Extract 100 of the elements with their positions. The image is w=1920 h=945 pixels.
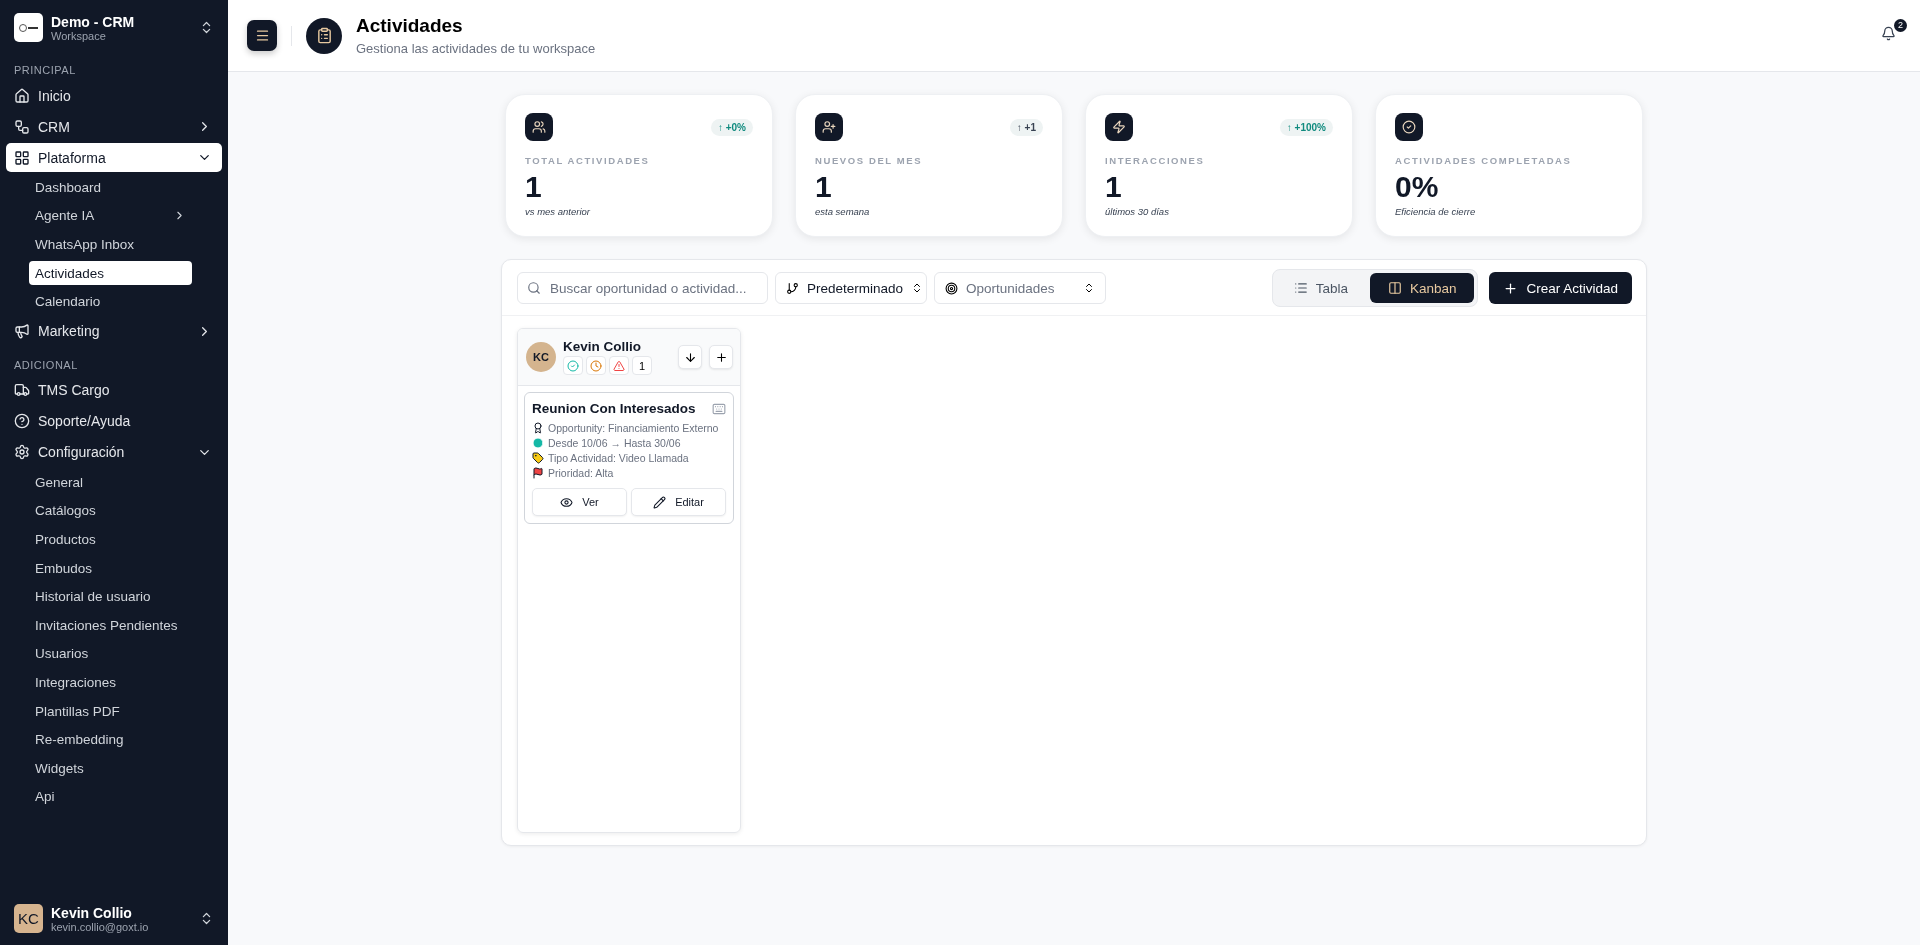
- owner-name: Kevin Collio: [563, 339, 642, 354]
- page-title: Actividades: [356, 15, 464, 37]
- section-title: ADICIONAL: [13, 357, 79, 373]
- nav-item[interactable]: Configuración: [6, 437, 222, 467]
- home-icon: [14, 87, 30, 104]
- stat-label: ACTIVIDADES COMPLETADAS: [1395, 155, 1573, 166]
- nav-subitem[interactable]: Historial de usuario: [29, 584, 192, 609]
- users-icon: [532, 120, 546, 134]
- user-plus-icon: [822, 120, 836, 134]
- switcher-icon: [1083, 282, 1095, 294]
- nav-subitem[interactable]: Api: [29, 784, 192, 809]
- stat-note: vs mes anterior: [525, 206, 591, 217]
- edit-button[interactable]: Editar: [631, 488, 726, 516]
- create-button[interactable]: Crear Actividad: [1489, 272, 1632, 304]
- activity-card[interactable]: Reunion Con Interesados Opportunity: Financiamiento Externo Desde 10/06 → Hasta 30/06 Tipo Actividad: Video Llamada Prioridad: Alta Ver Editar: [524, 392, 734, 524]
- target-icon: [945, 281, 958, 295]
- activity-detail: Desde 10/06 → Hasta 30/06: [548, 437, 681, 449]
- flag-icon: [532, 467, 544, 479]
- nav-subitem[interactable]: Agente IA: [29, 203, 192, 228]
- tag-icon: [532, 452, 544, 464]
- nav-subitem[interactable]: Calendario: [29, 289, 192, 314]
- stat-value: 1: [525, 170, 543, 204]
- page-subtitle: Gestiona las actividades de tu workspace: [356, 41, 597, 56]
- workflow-icon: [14, 118, 30, 135]
- activity-count: 1: [632, 356, 652, 375]
- notification-count: 2: [1894, 18, 1907, 32]
- nav-subitem[interactable]: Dashboard: [29, 175, 192, 200]
- truck-icon: [14, 382, 30, 399]
- view-tab[interactable]: Tabla: [1275, 273, 1366, 303]
- view-tab[interactable]: Kanban: [1369, 273, 1475, 303]
- stat-note: últimos 30 días: [1105, 206, 1170, 217]
- trend-badge: ↑ +100%: [1279, 118, 1333, 136]
- lightning-icon: [1112, 120, 1126, 134]
- nav-subitem[interactable]: Re-embedding: [29, 727, 192, 752]
- stat-value: 1: [1105, 170, 1123, 204]
- stat-note: Eficiencia de cierre: [1395, 206, 1477, 217]
- select-field[interactable]: Oportunidades: [934, 272, 1106, 304]
- trend-badge: ↑ +1: [1009, 118, 1043, 136]
- add-button[interactable]: [709, 345, 733, 369]
- stat-note: esta semana: [815, 206, 871, 217]
- nav-item[interactable]: Soporte/Ayuda: [6, 406, 222, 436]
- stat-label: TOTAL ACTIVIDADES: [525, 155, 651, 166]
- view-button[interactable]: Ver: [532, 488, 627, 516]
- nav-subitem[interactable]: Embudos: [29, 556, 192, 581]
- select-field[interactable]: Predeterminado: [775, 272, 927, 304]
- nav-item[interactable]: Plataforma: [6, 143, 222, 172]
- workspace-logo: [14, 13, 43, 42]
- nav-item[interactable]: Inicio: [6, 81, 222, 110]
- eye-icon: [560, 495, 574, 509]
- nav-item[interactable]: Marketing: [6, 316, 222, 346]
- arrow-down-icon: [683, 350, 697, 364]
- list-icon: [1293, 281, 1308, 295]
- nav-subitem[interactable]: Widgets: [29, 756, 192, 781]
- nav-subitem[interactable]: General: [29, 470, 192, 495]
- activity-detail: Prioridad: Alta: [548, 467, 614, 479]
- stat-label: INTERACCIONES: [1105, 155, 1206, 166]
- nav-subitem[interactable]: Actividades: [29, 261, 192, 286]
- user-email: kevin.collio@goxt.io: [51, 920, 150, 933]
- columns-icon: [1387, 281, 1402, 295]
- award-icon: [532, 422, 544, 434]
- branch-icon: [786, 281, 799, 295]
- user-avatar: KC: [14, 904, 43, 933]
- megaphone-icon: [14, 323, 30, 340]
- workspace-name: Demo - CRM: [51, 13, 136, 30]
- pencil-icon: [653, 495, 667, 509]
- warning-icon: [613, 359, 625, 372]
- nav-subitem[interactable]: Invitaciones Pendientes: [29, 613, 192, 638]
- activity-detail: Tipo Actividad: Video Llamada: [548, 452, 689, 464]
- grid-icon: [14, 149, 30, 166]
- stat-value: 0%: [1395, 170, 1440, 204]
- clipboard-icon: [315, 27, 333, 44]
- check-circle-icon: [1402, 120, 1416, 134]
- check-circle-icon: [567, 359, 579, 372]
- workspace-subtitle: Workspace: [51, 29, 107, 42]
- menu-button[interactable]: [247, 20, 277, 51]
- settings-icon: [14, 444, 30, 461]
- section-title: PRINCIPAL: [13, 63, 77, 78]
- user-name: Kevin Collio: [51, 904, 133, 921]
- nav-item[interactable]: CRM: [6, 112, 222, 141]
- nav-subitem[interactable]: Plantillas PDF: [29, 699, 192, 723]
- nav-subitem[interactable]: Integraciones: [29, 670, 192, 695]
- nav-subitem[interactable]: Usuarios: [29, 641, 192, 666]
- nav-subitem[interactable]: Catálogos: [29, 498, 192, 523]
- stat-label: NUEVOS DEL MES: [815, 155, 924, 166]
- nav-item[interactable]: TMS Cargo: [6, 375, 222, 405]
- bell-icon[interactable]: [1881, 25, 1896, 41]
- plus-icon: [1503, 280, 1519, 296]
- nav-subitem[interactable]: WhatsApp Inbox: [29, 232, 192, 257]
- overdue-counter[interactable]: [609, 356, 629, 375]
- activity-detail: Opportunity: Financiamiento Externo: [548, 422, 719, 434]
- nav-subitem[interactable]: Productos: [29, 527, 192, 552]
- search-field[interactable]: Buscar oportunidad o actividad...: [517, 272, 768, 304]
- search-icon: [527, 281, 541, 295]
- owner-avatar: KC: [526, 342, 556, 372]
- keyboard-icon: [712, 401, 726, 416]
- stat-value: 1: [815, 170, 833, 204]
- plus-icon: [714, 350, 728, 364]
- sort-button[interactable]: [678, 345, 702, 369]
- activity-title: Reunion Con Interesados: [532, 401, 696, 416]
- menu-icon: [254, 28, 270, 43]
